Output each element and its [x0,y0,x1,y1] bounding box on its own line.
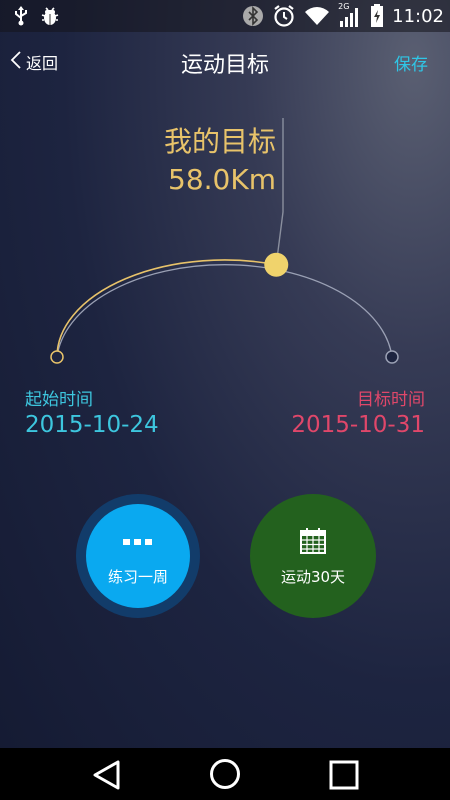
system-nav-bar [0,748,450,800]
practice-week-button[interactable]: 练习一周 [86,504,190,608]
start-date-value[interactable]: 2015-10-24 [25,412,159,438]
calendar-icon [299,527,327,559]
practice-week-label: 练习一周 [107,568,168,586]
dots-icon [123,539,152,545]
exercise-30-days-label: 运动30天 [280,568,346,586]
home-circle-icon[interactable] [209,758,241,794]
back-triangle-icon[interactable] [91,759,123,795]
exercise-30-days-button[interactable]: 运动30天 [250,494,376,618]
arc-completed [56,259,277,358]
goal-progress-knob[interactable] [264,252,289,277]
target-time-label: 目标时间 [357,390,425,410]
recent-square-icon[interactable] [329,760,359,794]
goal-pointer-line [275,118,284,265]
arc-end-node [385,350,399,364]
arc-start-node [50,350,64,364]
screen: 2G 11:02 返回 运动目标 保存 我的目标 58.0Km 起始时间 201… [0,0,450,800]
arc-remaining [56,264,393,358]
target-date-value[interactable]: 2015-10-31 [291,412,425,438]
start-time-label: 起始时间 [25,390,93,410]
